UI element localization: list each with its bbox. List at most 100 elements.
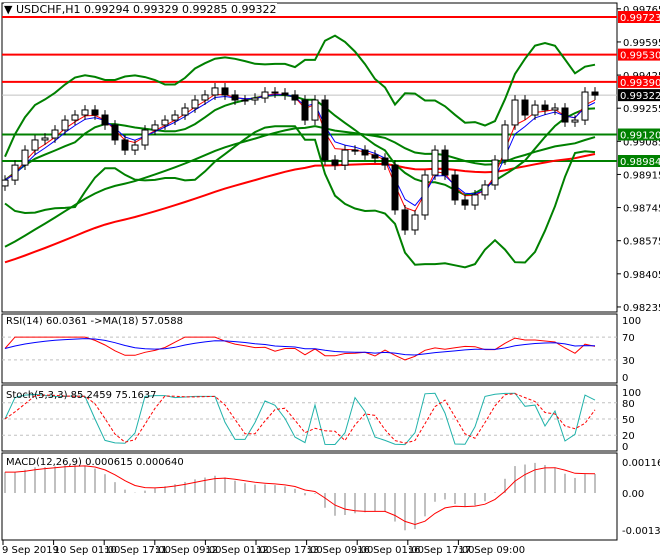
main-panel-frame xyxy=(1,2,618,313)
stoch-axis-label: 100 xyxy=(622,388,641,399)
candle-body xyxy=(591,91,599,96)
candle-body xyxy=(251,97,259,101)
stoch-axis-label: 50 xyxy=(622,415,635,426)
macd-label: MACD(12,26,9) 0.000615 0.000640 xyxy=(6,457,184,468)
candle-body xyxy=(231,94,239,101)
candle-body xyxy=(321,99,329,161)
candle-body xyxy=(531,104,539,116)
rsi-axis-label: 100 xyxy=(622,316,641,327)
macd-axis-label: 0.00 xyxy=(622,489,644,500)
candle-body xyxy=(121,139,129,151)
rsi-axis-label: 30 xyxy=(622,356,635,367)
candle-body xyxy=(241,99,249,102)
candle-body xyxy=(401,209,409,231)
candle-body xyxy=(381,157,389,166)
candle-body xyxy=(91,109,99,116)
candle-body xyxy=(61,119,69,131)
stoch-axis-label: 20 xyxy=(622,431,635,442)
candle-body xyxy=(31,139,39,151)
time-axis-label: 9 Sep 2019 xyxy=(2,545,59,556)
high-value: 0.99329 xyxy=(133,3,179,16)
candle-body xyxy=(461,199,469,206)
candle-body xyxy=(341,149,349,166)
candle-body xyxy=(181,107,189,116)
candle-body xyxy=(561,107,569,123)
candle-body xyxy=(431,149,439,176)
candle-body xyxy=(581,91,589,121)
open-value: 0.99294 xyxy=(84,3,130,16)
candle-body xyxy=(71,114,79,121)
level-price-label: 0.99723 xyxy=(620,13,660,24)
candle-body xyxy=(41,137,49,141)
candle-body xyxy=(361,149,369,156)
candle-body xyxy=(201,94,209,101)
candle-body xyxy=(311,99,319,121)
stoch-axis-label: 80 xyxy=(622,399,635,410)
candle-body xyxy=(371,154,379,159)
candle-body xyxy=(511,99,519,126)
rsi-line xyxy=(4,336,596,361)
candle-body xyxy=(281,92,289,96)
symbol-label: USDCHF,H1 xyxy=(15,3,81,16)
price-axis-label: 0.98575 xyxy=(623,237,660,248)
candle-body xyxy=(301,99,309,121)
candle-body xyxy=(21,149,29,166)
level-price-label: 0.98984 xyxy=(620,157,660,168)
candle-body xyxy=(171,114,179,121)
candle-body xyxy=(261,91,269,99)
candle-body xyxy=(51,129,59,139)
candle-body xyxy=(131,144,139,151)
rsi-axis-label: 70 xyxy=(622,333,635,344)
low-value: 0.99285 xyxy=(182,3,228,16)
time-axis-label: 17 Sep 09:00 xyxy=(458,545,525,556)
candle-body xyxy=(101,114,109,126)
candle-body xyxy=(191,99,199,109)
price-axis-label: 0.99255 xyxy=(623,104,660,115)
candle-body xyxy=(491,159,499,186)
price-axis-label: 0.98745 xyxy=(623,204,660,215)
chart-header: ▼ USDCHF,H1 0.99294 0.99329 0.99285 0.99… xyxy=(4,3,277,16)
candle-body xyxy=(1,179,9,187)
candle-body xyxy=(151,124,159,131)
candle-body xyxy=(421,174,429,216)
candle-body xyxy=(571,119,579,123)
rsi-label: RSI(14) 60.0361 ->MA(18) 57.0588 xyxy=(6,316,183,327)
candle-body xyxy=(391,164,399,211)
stoch-axis-label: 0 xyxy=(622,442,628,453)
candle-body xyxy=(11,164,19,181)
candle-body xyxy=(161,119,169,126)
macd-signal-line xyxy=(5,465,596,526)
rsi-ma-line xyxy=(4,338,596,356)
candle-body xyxy=(141,129,149,146)
candle-body xyxy=(411,214,419,231)
macd-axis-label: -0.001386 xyxy=(622,526,660,537)
candle-body xyxy=(81,109,89,116)
price-axis-label: 0.98235 xyxy=(623,303,660,314)
candle-body xyxy=(501,124,509,161)
candle-body xyxy=(351,149,359,152)
level-price-label: 0.99390 xyxy=(620,78,660,89)
price-axis-label: 0.98915 xyxy=(623,170,660,181)
close-value: 0.99322 xyxy=(231,3,277,16)
level-price-label: 0.99530 xyxy=(620,51,660,62)
rsi-axis-label: 0 xyxy=(622,373,628,384)
price-axis-label: 0.98405 xyxy=(623,270,660,281)
current-price-label: 0.99322 xyxy=(620,91,660,102)
slow-ma-red xyxy=(4,153,596,264)
macd-axis-label: 0.001166 xyxy=(622,458,660,469)
stoch-label: Stoch(5,3,3) 85.2459 75.1637 xyxy=(6,390,157,401)
level-price-label: 0.99120 xyxy=(620,131,660,142)
candle-body xyxy=(291,94,299,101)
candle-body xyxy=(211,87,219,96)
trading-chart[interactable]: 0.997650.995950.994250.992550.990850.989… xyxy=(0,0,660,560)
candle-body xyxy=(481,184,489,196)
candle-body xyxy=(111,124,119,141)
candle-body xyxy=(541,104,549,111)
candle-body xyxy=(271,91,279,94)
candle-body xyxy=(551,107,559,111)
candle-body xyxy=(451,174,459,201)
triangle-down-icon[interactable]: ▼ xyxy=(4,3,12,16)
candle-body xyxy=(221,87,229,96)
candle-body xyxy=(441,149,449,176)
candle-body xyxy=(331,159,339,166)
